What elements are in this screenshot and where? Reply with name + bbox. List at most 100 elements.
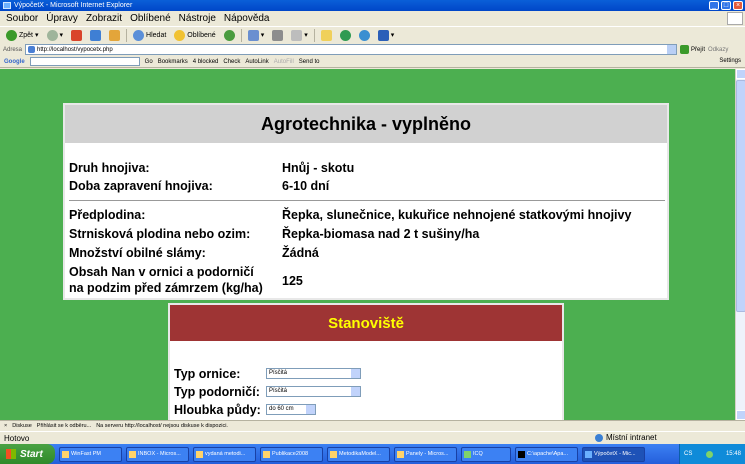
print-icon — [272, 29, 284, 41]
address-dropdown-icon[interactable] — [667, 45, 677, 54]
straw-amount-row: Množství obilné slámy: Žádná — [69, 246, 319, 260]
bookmarks-button[interactable]: Bookmarks — [158, 59, 188, 65]
straw-amount-value: Žádná — [282, 246, 319, 260]
research-button[interactable] — [357, 29, 372, 41]
autolink-button[interactable]: AutoLink — [245, 59, 268, 65]
catch-crop-label: Strnisková plodina nebo ozim: — [69, 227, 251, 241]
menu-help[interactable]: Nápověda — [224, 13, 270, 24]
nan-content-label-line2: na podzim před zámrzem (kg/ha) — [69, 281, 263, 295]
forward-button[interactable]: ▾ — [45, 29, 66, 41]
soil-depth-label: Hloubka půdy: — [174, 403, 261, 417]
status-bar: Hotovo Místní intranet — [0, 431, 745, 444]
folder-icon — [320, 29, 332, 41]
start-button[interactable]: Start — [0, 444, 55, 464]
soil-depth-row: Hloubka půdy: do 60 cm — [174, 403, 316, 417]
maximize-button[interactable]: □ — [721, 1, 731, 10]
fertilizer-time-label: Doba zapravení hnojiva: — [69, 179, 213, 193]
task-winfast[interactable]: WinFast PM — [59, 446, 122, 462]
browser-toolbar: Zpět ▾ ▾ Hledat Oblíbené ▾ ▾ ▾ — [0, 26, 745, 43]
popup-blocked-counter[interactable]: 4 blocked — [193, 59, 219, 65]
chevron-down-icon — [306, 405, 315, 414]
task-inbox[interactable]: INBOX - Micros... — [126, 446, 189, 462]
address-bar: Adresa http://localhost/vypocetx.php Pře… — [0, 43, 745, 56]
task-panely[interactable]: Panely - Micros... — [394, 446, 457, 462]
forward-arrow-icon — [46, 29, 58, 41]
scroll-down-button[interactable] — [736, 410, 745, 420]
tray-icon[interactable] — [705, 450, 713, 458]
fertilizer-type-label: Druh hnojiva: — [69, 161, 150, 175]
section-divider — [69, 200, 665, 201]
google-go-button[interactable]: Go — [145, 59, 153, 65]
star-icon — [174, 29, 186, 41]
google-search-input[interactable] — [29, 57, 140, 66]
security-zone: Místní intranet — [595, 433, 657, 442]
messenger-button[interactable] — [338, 29, 353, 41]
home-button[interactable] — [107, 29, 122, 41]
clock[interactable]: 15:48 — [726, 451, 741, 457]
close-button[interactable]: × — [733, 1, 743, 10]
vertical-scrollbar[interactable] — [735, 69, 745, 420]
scroll-up-button[interactable] — [736, 69, 745, 79]
nan-content-label: Obsah Nan v ornici a podorničí — [69, 265, 254, 279]
page-icon — [28, 46, 36, 53]
menu-bar: Soubor Úpravy Zobrazit Oblíbené Nástroje… — [0, 11, 745, 26]
task-icq[interactable]: ICQ — [461, 446, 511, 462]
refresh-button[interactable] — [88, 29, 103, 41]
address-input[interactable]: http://localhost/vypocetx.php — [25, 44, 678, 55]
google-settings-button[interactable]: Settings — [719, 58, 741, 64]
discuss-close-icon[interactable]: × — [4, 423, 7, 429]
status-text: Hotovo — [4, 433, 30, 443]
topsoil-type-select[interactable]: Písčitá — [266, 368, 361, 379]
minimize-button[interactable]: _ — [709, 1, 719, 10]
autofill-button[interactable]: AutoFill — [274, 59, 294, 65]
task-metodika-doc[interactable]: vydaná metodi... — [193, 446, 256, 462]
discuss-message: Na serveru http://localhost/ nejsou disk… — [96, 423, 228, 429]
mail-button[interactable]: ▾ — [246, 29, 267, 41]
task-apache[interactable]: C:\apache\Apa... — [515, 446, 578, 462]
google-logo[interactable]: Google — [4, 59, 25, 65]
links-button[interactable]: Odkazy — [708, 47, 728, 53]
task-publikace[interactable]: Publikace2008 — [260, 446, 323, 462]
search-button[interactable]: Hledat — [131, 29, 168, 41]
go-button[interactable]: Přejít — [680, 45, 705, 54]
folder-button[interactable] — [319, 29, 334, 41]
catch-crop-value: Řepka-biomasa nad 2 t sušiny/ha — [282, 227, 480, 241]
window-title: VýpočetX - Microsoft Internet Explorer — [14, 2, 133, 9]
back-button[interactable]: Zpět ▾ — [4, 29, 41, 41]
subsoil-type-label: Typ podorničí: — [174, 385, 260, 399]
language-indicator[interactable]: CS — [684, 451, 692, 457]
agrotechnika-title: Agrotechnika - vyplněno — [65, 105, 667, 143]
messenger-icon — [339, 29, 351, 41]
straw-amount-label: Množství obilné slámy: — [69, 246, 206, 260]
menu-edit[interactable]: Úpravy — [46, 13, 78, 24]
menu-favorites[interactable]: Oblíbené — [130, 13, 171, 24]
agrotechnika-panel: Agrotechnika - vyplněno Druh hnojiva: Hn… — [63, 103, 669, 300]
stop-button[interactable] — [69, 29, 84, 41]
subsoil-type-select[interactable]: Písčitá — [266, 386, 361, 397]
preceding-crop-row: Předplodina: Řepka, slunečnice, kukuřice… — [69, 208, 631, 222]
task-vypocetx[interactable]: VýpočetX - Mic... — [582, 446, 645, 462]
fertilizer-time-row: Doba zapravení hnojiva: 6-10 dní — [69, 179, 329, 193]
favorites-button[interactable]: Oblíbené — [172, 29, 217, 41]
edit-button[interactable]: ▾ — [289, 29, 310, 41]
discuss-menu[interactable]: Diskuse — [12, 423, 32, 429]
history-button[interactable] — [222, 29, 237, 41]
google-toolbar: Google Go Bookmarks 4 blocked Check Auto… — [0, 56, 745, 68]
taskbar: Start WinFast PM INBOX - Micros... vydan… — [0, 444, 745, 464]
scroll-thumb[interactable] — [736, 80, 745, 312]
history-icon — [223, 29, 235, 41]
print-button[interactable] — [270, 29, 285, 41]
fertilizer-type-value: Hnůj - skotu — [282, 161, 355, 175]
windows-logo-icon — [727, 12, 743, 25]
send-to-button[interactable]: Send to — [299, 59, 320, 65]
soil-depth-select[interactable]: do 60 cm — [266, 404, 316, 415]
menu-view[interactable]: Zobrazit — [86, 13, 122, 24]
discuss-subscribe-button[interactable]: Přihlásit se k odběru... — [37, 423, 91, 429]
font-button[interactable]: ▾ — [376, 29, 397, 41]
ie-icon — [3, 2, 11, 9]
task-metodika-model[interactable]: MetodikaModel... — [327, 446, 390, 462]
preceding-crop-value: Řepka, slunečnice, kukuřice nehnojené st… — [282, 208, 632, 222]
spell-check-button[interactable]: Check — [223, 59, 240, 65]
menu-tools[interactable]: Nástroje — [179, 13, 216, 24]
menu-file[interactable]: Soubor — [6, 13, 38, 24]
